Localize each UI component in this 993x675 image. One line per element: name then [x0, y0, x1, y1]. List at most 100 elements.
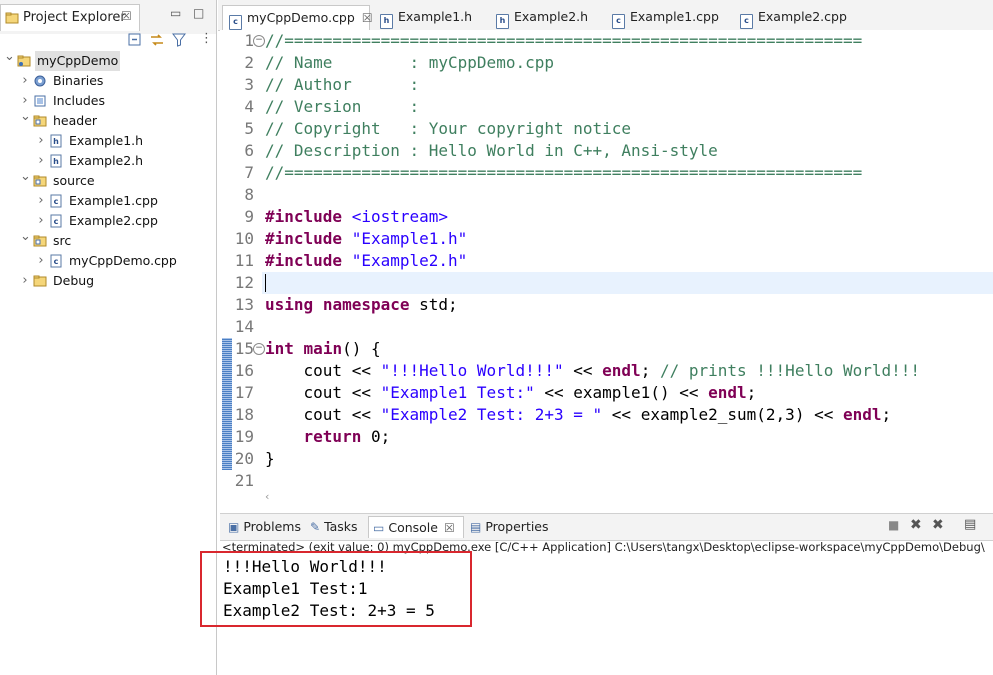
tree-item[interactable]: › c Example2.cpp: [0, 211, 216, 231]
project-explorer-panel: Project Explorer ☒ ▭ □ ⋮ ⌄ myCppDemo › Bina…: [0, 0, 217, 675]
cpp-file-icon: c: [229, 15, 242, 30]
current-line-highlight: [262, 272, 993, 294]
tree-item[interactable]: › Includes: [0, 91, 216, 111]
scroll-left-icon[interactable]: ‹: [265, 490, 269, 503]
cpp-file-icon: c: [49, 194, 63, 208]
code-token: // Author :: [265, 75, 420, 94]
project-explorer-title: Project Explorer: [23, 10, 126, 25]
line-number: 5: [244, 119, 254, 138]
code-line: // Author :: [265, 74, 419, 96]
code-token: // Description : Hello World in C++, Ans…: [265, 141, 718, 160]
link-with-editor-icon[interactable]: [149, 32, 165, 51]
chevron-right-icon[interactable]: ›: [36, 251, 46, 271]
project-explorer-tab[interactable]: Project Explorer ☒: [0, 4, 140, 31]
chevron-right-icon[interactable]: ›: [20, 71, 30, 91]
code-token: using: [265, 295, 314, 314]
code-token: <iostream>: [351, 207, 449, 226]
tree-item[interactable]: › h Example2.h: [0, 151, 216, 171]
code-token: #include: [265, 251, 343, 270]
minimize-icon[interactable]: ▭: [170, 6, 181, 20]
chevron-right-icon[interactable]: ›: [36, 131, 46, 151]
tree-item[interactable]: ⌄ header: [0, 109, 216, 131]
editor-tab-label: myCppDemo.cpp: [247, 10, 355, 25]
code-token: //======================================…: [265, 31, 863, 50]
project-folder-icon: [17, 54, 31, 68]
tree-item-label: Example1.cpp: [69, 193, 158, 208]
tree-item[interactable]: › h Example1.h: [0, 131, 216, 151]
code-token: "Example2 Test: 2+3 = ": [380, 405, 603, 424]
chevron-right-icon[interactable]: ›: [36, 151, 46, 171]
tree-item-label: Debug: [53, 273, 95, 288]
tree-item[interactable]: › Debug: [0, 271, 216, 291]
editor-tab[interactable]: c myCppDemo.cpp ☒: [222, 5, 373, 30]
close-icon[interactable]: ☒: [444, 521, 455, 535]
console-tabbar: ▣ Problems ✎ Tasks ▭ Console ☒ ▤ Properties ■ ✖ …: [220, 513, 993, 541]
code-token: << example2_sum(2,3) <<: [602, 405, 843, 424]
line-number: 13: [234, 295, 254, 314]
line-number: 17: [234, 383, 254, 402]
line-number: 15: [234, 339, 254, 358]
close-icon[interactable]: ☒: [121, 9, 132, 23]
header-file-icon: h: [496, 14, 509, 29]
close-icon[interactable]: ☒: [362, 11, 373, 25]
console-tab[interactable]: ▭ Console ☒: [368, 516, 464, 538]
tree-item[interactable]: › c myCppDemo.cpp: [0, 251, 216, 271]
filter-icon[interactable]: [172, 32, 186, 51]
code-editor[interactable]: 1−//====================================…: [220, 30, 993, 510]
chevron-down-icon[interactable]: ⌄: [20, 167, 31, 187]
console-tab[interactable]: ▣ Problems: [224, 516, 308, 538]
collapse-all-icon[interactable]: [128, 32, 142, 51]
tree-item[interactable]: ⌄ myCppDemo: [0, 49, 216, 71]
tree-item[interactable]: ⌄ src: [0, 229, 216, 251]
fold-toggle-icon[interactable]: −: [253, 35, 265, 47]
chevron-right-icon[interactable]: ›: [36, 211, 46, 231]
code-token: return: [303, 427, 362, 446]
console-tab-label: Properties: [485, 519, 549, 534]
code-line: }: [265, 448, 275, 470]
tree-item[interactable]: › c Example1.cpp: [0, 191, 216, 211]
code-token: #include: [265, 207, 343, 226]
console-tab[interactable]: ✎ Tasks: [306, 516, 370, 538]
tree-item[interactable]: › Binaries: [0, 71, 216, 91]
editor-tab[interactable]: c Example1.cpp: [606, 5, 728, 30]
text-cursor: [265, 274, 266, 292]
console-options-icon[interactable]: ▤: [964, 517, 976, 532]
line-number: 12: [234, 273, 254, 292]
chevron-down-icon[interactable]: ⌄: [20, 107, 31, 127]
tree-item-label: Example2.cpp: [69, 213, 158, 228]
binaries-icon: [33, 74, 47, 88]
code-token: "Example2.h": [351, 251, 468, 270]
console-tab[interactable]: ▤ Properties: [466, 516, 552, 538]
tree-item[interactable]: ⌄ source: [0, 169, 216, 191]
editor-tab[interactable]: c Example2.cpp: [734, 5, 856, 30]
console-tab-label: Console: [388, 520, 438, 535]
fold-toggle-icon[interactable]: −: [253, 343, 265, 355]
view-menu-icon[interactable]: ⋮: [200, 31, 213, 46]
editor-tab-label: Example1.h: [398, 9, 473, 24]
editor-tab[interactable]: h Example2.h: [490, 5, 600, 30]
code-token: 0;: [361, 427, 391, 446]
tasks-icon: ✎: [310, 520, 321, 534]
code-line: // Name : myCppDemo.cpp: [265, 52, 554, 74]
chevron-down-icon[interactable]: ⌄: [20, 227, 31, 247]
code-line: return 0;: [265, 426, 391, 448]
line-number: 2: [244, 53, 254, 72]
editor-tab[interactable]: h Example1.h: [374, 5, 484, 30]
chevron-right-icon[interactable]: ›: [20, 271, 30, 291]
remove-all-launches-icon[interactable]: ✖: [932, 517, 944, 533]
header-file-icon: h: [49, 154, 63, 168]
line-number: 16: [234, 361, 254, 380]
line-number: 8: [244, 185, 254, 204]
remove-launch-icon[interactable]: ✖: [910, 517, 922, 533]
line-number: 4: [244, 97, 254, 116]
maximize-icon[interactable]: □: [193, 6, 204, 20]
code-token: #include: [265, 229, 343, 248]
code-token: //======================================…: [265, 163, 863, 182]
stop-icon[interactable]: ■: [888, 518, 899, 532]
chevron-right-icon[interactable]: ›: [36, 191, 46, 211]
chevron-down-icon[interactable]: ⌄: [4, 47, 15, 67]
code-token: cout <<: [265, 383, 381, 402]
